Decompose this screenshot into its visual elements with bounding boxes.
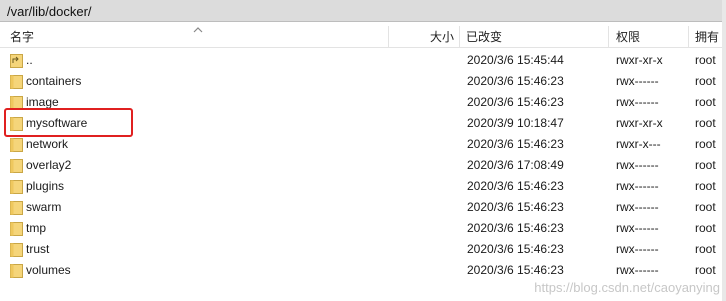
table-row[interactable]: volumes 2020/3/6 15:46:23 rwx------ root bbox=[0, 260, 726, 281]
path-bar[interactable]: /var/lib/docker/ bbox=[0, 0, 726, 22]
file-name: plugins bbox=[26, 179, 65, 193]
folder-icon bbox=[10, 117, 23, 131]
file-owner: root bbox=[695, 95, 716, 109]
file-name: overlay2 bbox=[26, 158, 72, 172]
file-owner: root bbox=[695, 263, 716, 277]
folder-icon bbox=[10, 96, 23, 110]
file-list: .. 2020/3/6 15:45:44 rwxr-xr-x root cont… bbox=[0, 50, 726, 281]
file-owner: root bbox=[695, 200, 716, 214]
file-name: trust bbox=[26, 242, 50, 256]
column-modified-header[interactable]: 已改变 bbox=[466, 26, 502, 47]
column-permissions-header[interactable]: 权限 bbox=[616, 26, 640, 47]
file-name: tmp bbox=[26, 221, 47, 235]
file-name: .. bbox=[26, 53, 33, 67]
folder-icon bbox=[10, 201, 23, 215]
file-name: volumes bbox=[26, 263, 71, 277]
folder-icon bbox=[10, 222, 23, 236]
file-permissions: rwx------ bbox=[616, 263, 659, 277]
file-owner: root bbox=[695, 137, 716, 151]
file-modified: 2020/3/6 15:45:44 bbox=[467, 53, 564, 67]
folder-icon bbox=[10, 180, 23, 194]
table-row[interactable]: mysoftware 2020/3/9 10:18:47 rwxr-xr-x r… bbox=[0, 113, 726, 134]
folder-icon bbox=[10, 243, 23, 257]
file-modified: 2020/3/6 15:46:23 bbox=[467, 263, 564, 277]
file-name: network bbox=[26, 137, 69, 151]
file-modified: 2020/3/6 17:08:49 bbox=[467, 158, 564, 172]
file-permissions: rwx------ bbox=[616, 74, 659, 88]
file-owner: root bbox=[695, 53, 716, 67]
file-name: swarm bbox=[26, 200, 62, 214]
file-permissions: rwxr-xr-x bbox=[616, 116, 663, 130]
file-modified: 2020/3/6 15:46:23 bbox=[467, 74, 564, 88]
column-name-header[interactable]: 名字 bbox=[10, 26, 34, 47]
folder-icon bbox=[10, 138, 23, 152]
file-owner: root bbox=[695, 221, 716, 235]
file-modified: 2020/3/6 15:46:23 bbox=[467, 137, 564, 151]
file-permissions: rwxr-x--- bbox=[616, 137, 661, 151]
watermark-text: https://blog.csdn.net/caoyanying bbox=[534, 280, 720, 295]
file-modified: 2020/3/6 15:46:23 bbox=[467, 221, 564, 235]
column-header: 名字 大小 已改变 权限 拥有 bbox=[0, 26, 726, 48]
parent-folder-icon bbox=[10, 54, 23, 68]
column-size-header[interactable]: 大小 bbox=[388, 26, 454, 47]
file-permissions: rwx------ bbox=[616, 95, 659, 109]
folder-icon bbox=[10, 264, 23, 278]
table-row[interactable]: image 2020/3/6 15:46:23 rwx------ root bbox=[0, 92, 726, 113]
column-divider[interactable] bbox=[688, 26, 689, 47]
file-browser-window: /var/lib/docker/ 名字 大小 已改变 权限 拥有 .. 2020… bbox=[0, 0, 726, 301]
file-permissions: rwx------ bbox=[616, 158, 659, 172]
table-row[interactable]: network 2020/3/6 15:46:23 rwxr-x--- root bbox=[0, 134, 726, 155]
file-modified: 2020/3/6 15:46:23 bbox=[467, 200, 564, 214]
file-permissions: rwxr-xr-x bbox=[616, 53, 663, 67]
column-divider[interactable] bbox=[608, 26, 609, 47]
vertical-scrollbar[interactable] bbox=[722, 0, 726, 301]
column-owner-header[interactable]: 拥有 bbox=[695, 26, 719, 47]
file-modified: 2020/3/6 15:46:23 bbox=[467, 179, 564, 193]
file-owner: root bbox=[695, 116, 716, 130]
file-permissions: rwx------ bbox=[616, 242, 659, 256]
table-row[interactable]: .. 2020/3/6 15:45:44 rwxr-xr-x root bbox=[0, 50, 726, 71]
table-row[interactable]: plugins 2020/3/6 15:46:23 rwx------ root bbox=[0, 176, 726, 197]
file-permissions: rwx------ bbox=[616, 179, 659, 193]
table-row[interactable]: tmp 2020/3/6 15:46:23 rwx------ root bbox=[0, 218, 726, 239]
folder-icon bbox=[10, 75, 23, 89]
file-modified: 2020/3/9 10:18:47 bbox=[467, 116, 564, 130]
file-owner: root bbox=[695, 74, 716, 88]
folder-icon bbox=[10, 159, 23, 173]
file-owner: root bbox=[695, 158, 716, 172]
file-permissions: rwx------ bbox=[616, 221, 659, 235]
file-name: mysoftware bbox=[26, 116, 88, 130]
file-modified: 2020/3/6 15:46:23 bbox=[467, 95, 564, 109]
file-modified: 2020/3/6 15:46:23 bbox=[467, 242, 564, 256]
current-path: /var/lib/docker/ bbox=[7, 4, 92, 19]
file-permissions: rwx------ bbox=[616, 200, 659, 214]
table-row[interactable]: swarm 2020/3/6 15:46:23 rwx------ root bbox=[0, 197, 726, 218]
column-divider[interactable] bbox=[459, 26, 460, 47]
table-row[interactable]: containers 2020/3/6 15:46:23 rwx------ r… bbox=[0, 71, 726, 92]
file-name: image bbox=[26, 95, 59, 109]
file-owner: root bbox=[695, 242, 716, 256]
sort-ascending-icon bbox=[193, 27, 203, 33]
file-owner: root bbox=[695, 179, 716, 193]
table-row[interactable]: overlay2 2020/3/6 17:08:49 rwx------ roo… bbox=[0, 155, 726, 176]
table-row[interactable]: trust 2020/3/6 15:46:23 rwx------ root bbox=[0, 239, 726, 260]
file-name: containers bbox=[26, 74, 82, 88]
